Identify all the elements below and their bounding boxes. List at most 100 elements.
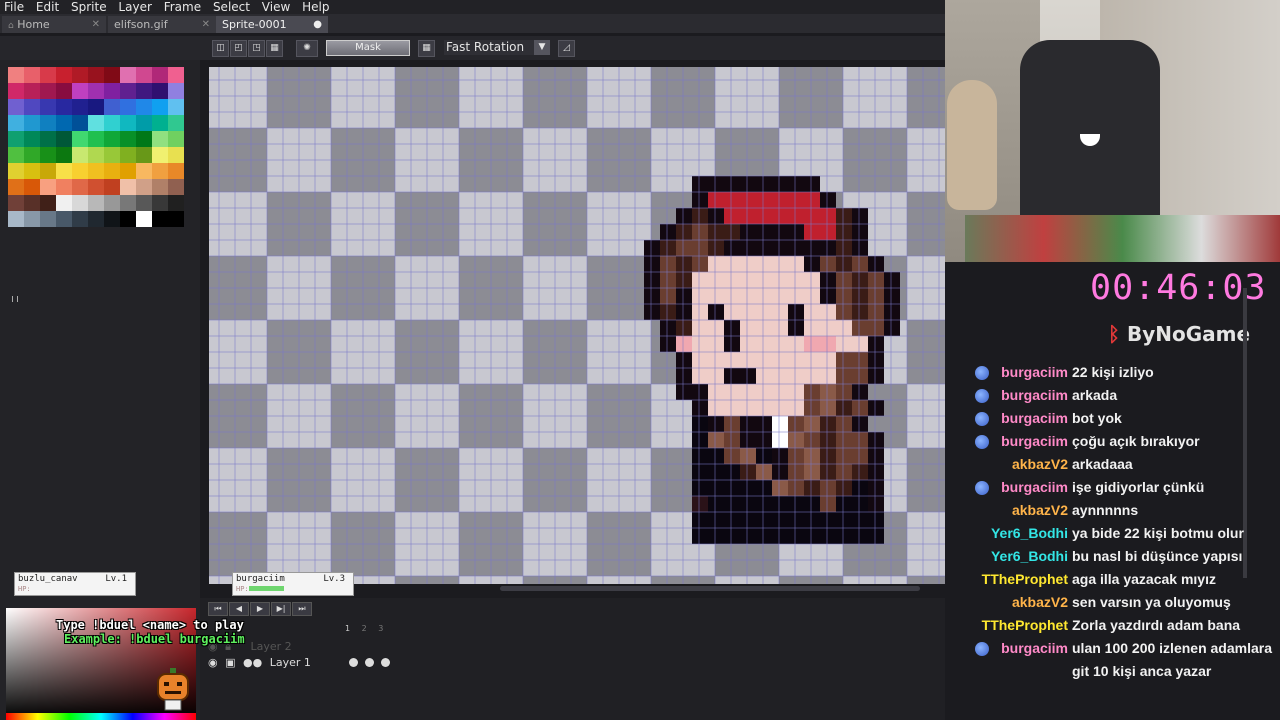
layer-row[interactable]: ◉ ▣ ●● Layer 1 [208,656,311,669]
tab-elifson[interactable]: elifson.gif ✕ [108,16,216,33]
palette-swatch[interactable] [152,99,168,115]
palette-swatch[interactable] [8,211,24,227]
canvas-scrollbar[interactable] [500,586,920,591]
rotation-select[interactable]: Fast Rotation ▼ [444,40,550,55]
palette-swatch[interactable] [120,163,136,179]
palette-swatch[interactable] [24,115,40,131]
palette-swatch[interactable] [152,147,168,163]
palette-swatch[interactable] [8,115,24,131]
palette-swatch[interactable] [24,131,40,147]
palette-swatch[interactable] [72,83,88,99]
palette-swatch[interactable] [56,195,72,211]
palette-swatch[interactable] [40,67,56,83]
palette-swatch[interactable] [136,67,152,83]
eye-icon[interactable]: ◉ [208,656,218,669]
pivot-icon[interactable]: ◿ [558,40,575,57]
palette-swatch[interactable] [152,163,168,179]
palette-swatch[interactable] [152,195,168,211]
palette-swatch[interactable] [72,163,88,179]
palette-swatch[interactable] [24,83,40,99]
cel-dot[interactable] [365,658,374,667]
palette-swatch[interactable] [24,179,40,195]
unsaved-dot-icon[interactable]: ● [313,16,322,33]
palette-swatch[interactable] [72,211,88,227]
palette-swatch[interactable] [168,211,184,227]
palette-swatch[interactable] [88,211,104,227]
palette-swatch[interactable] [88,115,104,131]
palette-swatch[interactable] [136,163,152,179]
palette-swatch[interactable] [104,131,120,147]
hue-slider[interactable] [6,713,196,720]
palette-swatch[interactable] [8,195,24,211]
menu-frame[interactable]: Frame [160,0,205,14]
palette-swatch[interactable] [40,83,56,99]
tab-sprite[interactable]: Sprite-0001 ● [216,16,328,33]
palette-swatch[interactable] [168,115,184,131]
palette-swatch[interactable] [40,163,56,179]
palette-swatch[interactable] [72,131,88,147]
palette-swatch[interactable] [40,99,56,115]
palette-swatch[interactable] [56,179,72,195]
tab-home[interactable]: ⌂ Home ✕ [2,16,106,33]
palette-swatch[interactable] [88,179,104,195]
palette-swatch[interactable] [8,131,24,147]
palette-swatch[interactable] [104,115,120,131]
play-icon[interactable]: ▶ [250,602,270,616]
copy-tool-icon[interactable]: ◰ [230,40,247,57]
pixel-art-canvas[interactable] [209,67,945,584]
mask-button[interactable]: Mask [326,40,410,56]
palette-swatch[interactable] [152,83,168,99]
palette-swatch[interactable] [168,179,184,195]
palette-swatch[interactable] [56,147,72,163]
palette-swatch[interactable] [168,83,184,99]
palette-swatch[interactable] [136,147,152,163]
palette-swatch[interactable] [136,99,152,115]
palette-swatch[interactable] [8,179,24,195]
palette-swatch[interactable] [88,195,104,211]
palette-swatch[interactable] [40,179,56,195]
palette-swatch[interactable] [104,83,120,99]
palette-swatch[interactable] [40,131,56,147]
palette-swatch[interactable] [8,67,24,83]
palette-swatch[interactable] [104,195,120,211]
palette-swatch[interactable] [56,67,72,83]
pixel-mode-icon[interactable]: ✺ [296,40,318,57]
palette-swatch[interactable] [56,115,72,131]
palette-swatch[interactable] [152,211,168,227]
grid-tool-icon[interactable]: ▦ [266,40,283,57]
palette-swatch[interactable] [120,179,136,195]
palette-swatch[interactable] [8,163,24,179]
grid-snap-icon[interactable]: ▦ [418,40,435,57]
palette-swatch[interactable] [56,131,72,147]
palette-swatch[interactable] [152,179,168,195]
palette-swatch[interactable] [40,147,56,163]
palette-swatch[interactable] [24,67,40,83]
palette-swatch[interactable] [72,115,88,131]
first-frame-icon[interactable]: ⏮ [208,602,228,616]
palette-swatch[interactable] [104,99,120,115]
palette-swatch[interactable] [136,179,152,195]
palette-swatch[interactable] [88,163,104,179]
frame-2[interactable]: 2 [362,624,367,633]
menu-view[interactable]: View [258,0,294,14]
menu-help[interactable]: Help [298,0,333,14]
next-frame-icon[interactable]: ▶| [271,602,291,616]
prev-frame-icon[interactable]: ◀ [229,602,249,616]
select-tool-icon[interactable]: ◫ [212,40,229,57]
palette-swatch[interactable] [152,115,168,131]
color-palette[interactable] [8,67,184,292]
palette-swatch[interactable] [104,147,120,163]
palette-swatch[interactable] [120,195,136,211]
palette-swatch[interactable] [72,179,88,195]
palette-swatch[interactable] [168,147,184,163]
palette-swatch[interactable] [136,131,152,147]
palette-swatch[interactable] [168,99,184,115]
palette-swatch[interactable] [136,83,152,99]
menu-edit[interactable]: Edit [32,0,63,14]
palette-swatch[interactable] [104,67,120,83]
palette-swatch[interactable] [72,67,88,83]
palette-swatch[interactable] [120,83,136,99]
palette-swatch[interactable] [168,195,184,211]
palette-swatch[interactable] [8,83,24,99]
link-icon[interactable]: ●● [243,656,262,669]
